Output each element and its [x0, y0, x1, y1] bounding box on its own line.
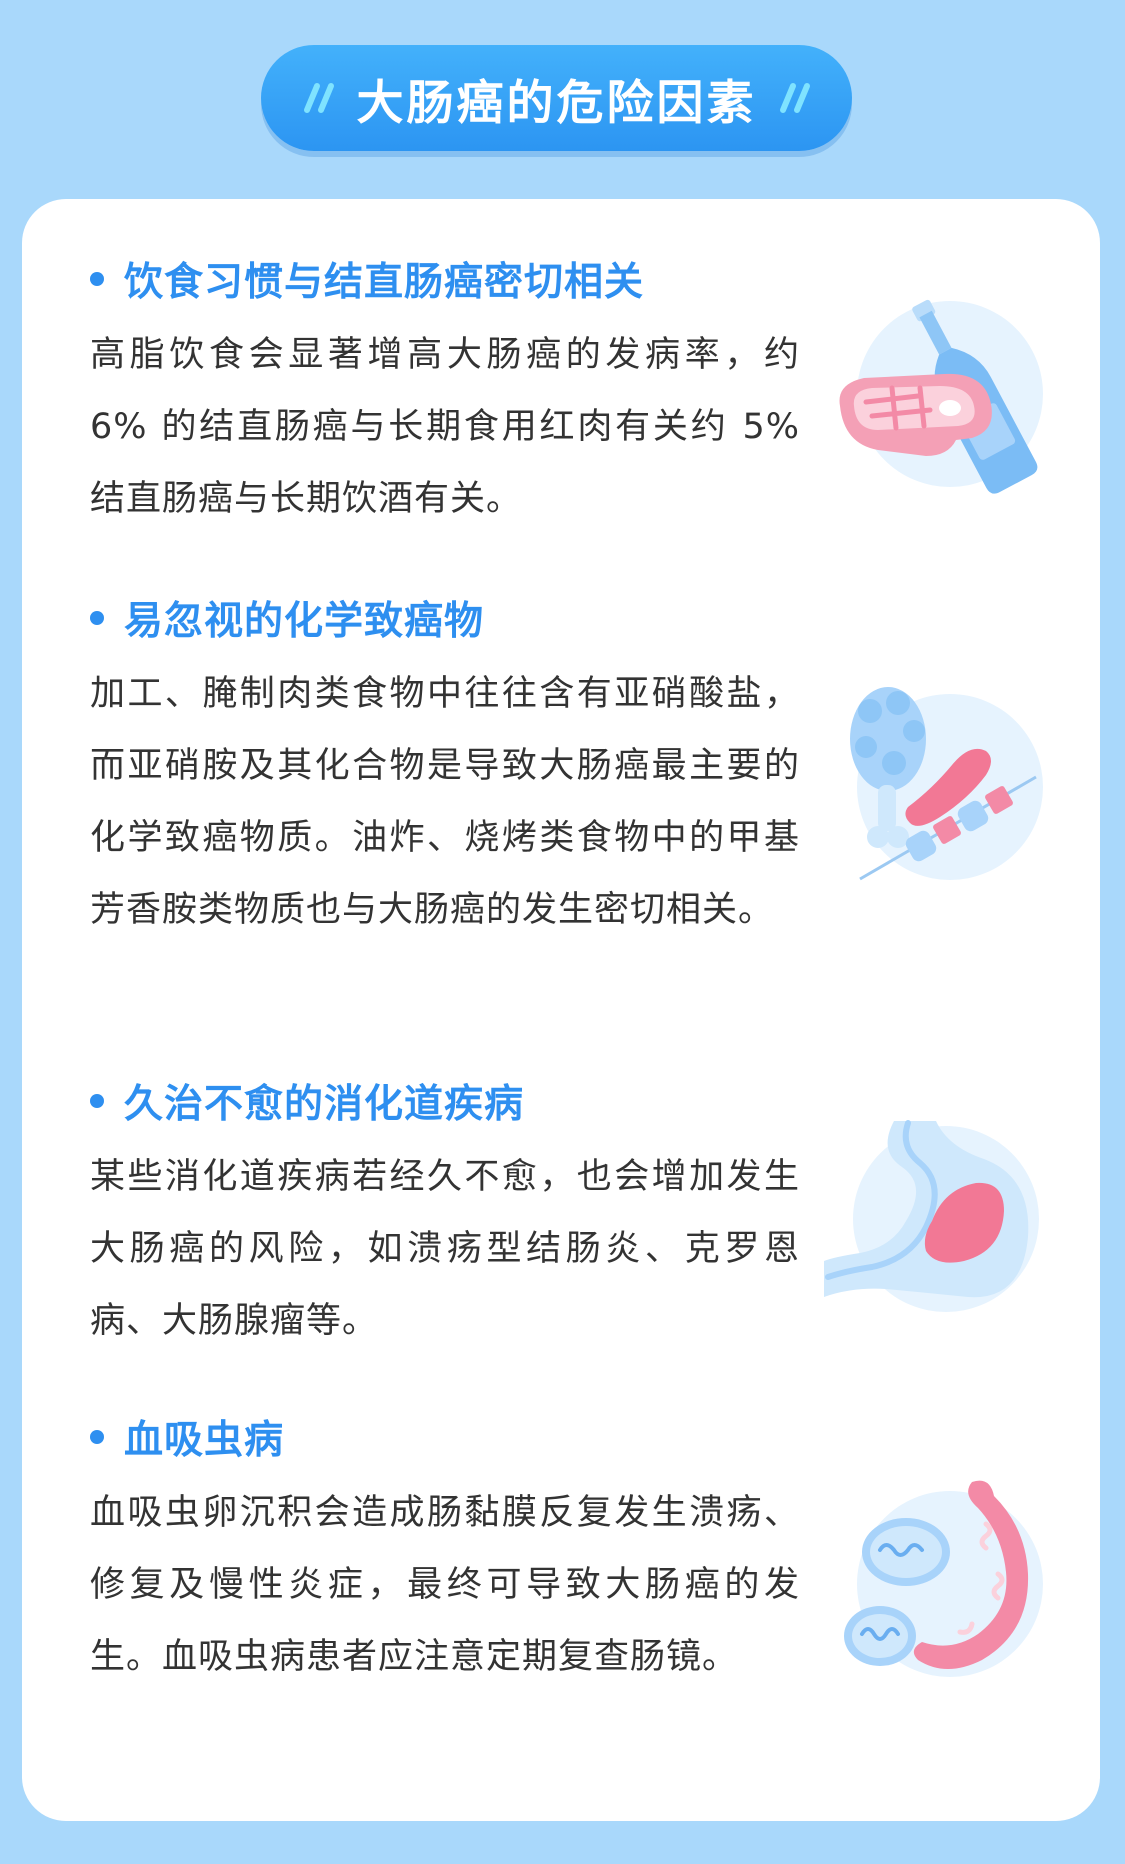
section-heading-text: 易忽视的化学致癌物 — [124, 599, 485, 644]
section-digestive-disease: 久治不愈的消化道疾病 某些消化道疾病若经久不愈，也会增加发生大肠癌的风险，如溃疡… — [90, 1071, 800, 1357]
bullet-dot — [90, 1430, 104, 1444]
section-heading: 血吸虫病 — [90, 1407, 800, 1467]
section-body: 高脂饮食会显著增高大肠癌的发病率，约 6% 的结直肠癌与长期食用红肉有关约 5%… — [90, 335, 800, 519]
page-title-banner: 大肠癌的危险因素 — [261, 45, 852, 151]
section-schistosomiasis: 血吸虫病 血吸虫卵沉积会造成肠黏膜反复发生溃疡、修复及慢性炎症，最终可导致大肠癌… — [90, 1407, 800, 1693]
section-heading: 饮食习惯与结直肠癌密切相关 — [90, 249, 800, 309]
section-diet: 饮食习惯与结直肠癌密切相关 高脂饮食会显著增高大肠癌的发病率，约 6% 的结直肠… — [90, 249, 800, 535]
content-card: 饮食习惯与结直肠癌密切相关 高脂饮食会显著增高大肠癌的发病率，约 6% 的结直肠… — [22, 199, 1100, 1821]
double-slash-decoration-right-icon — [779, 83, 810, 113]
section-heading: 久治不愈的消化道疾病 — [90, 1071, 800, 1131]
double-slash-decoration-left-icon — [303, 83, 334, 113]
section-heading-text: 久治不愈的消化道疾病 — [124, 1082, 525, 1127]
fried-grilled-food-icon — [822, 667, 1062, 907]
section-body: 血吸虫卵沉积会造成肠黏膜反复发生溃疡、修复及慢性炎症，最终可导致大肠癌的发生。血… — [90, 1493, 800, 1677]
section-heading-text: 血吸虫病 — [124, 1418, 285, 1463]
bullet-dot — [90, 1094, 104, 1108]
section-heading-text: 饮食习惯与结直肠癌密切相关 — [124, 260, 645, 305]
page-title: 大肠癌的危险因素 — [356, 75, 757, 131]
stomach-icon — [808, 1101, 1048, 1341]
section-heading: 易忽视的化学致癌物 — [90, 588, 800, 648]
parasite-intestine-icon — [822, 1464, 1062, 1704]
meat-bottle-icon — [822, 274, 1062, 514]
section-body: 加工、腌制肉类食物中往往含有亚硝酸盐，而亚硝胺及其化合物是导致大肠癌最主要的化学… — [90, 674, 800, 930]
bullet-dot — [90, 272, 104, 286]
section-body: 某些消化道疾病若经久不愈，也会增加发生大肠癌的风险，如溃疡型结肠炎、克罗恩病、大… — [90, 1157, 800, 1341]
section-carcinogens: 易忽视的化学致癌物 加工、腌制肉类食物中往往含有亚硝酸盐，而亚硝胺及其化合物是导… — [90, 588, 800, 946]
bullet-dot — [90, 611, 104, 625]
